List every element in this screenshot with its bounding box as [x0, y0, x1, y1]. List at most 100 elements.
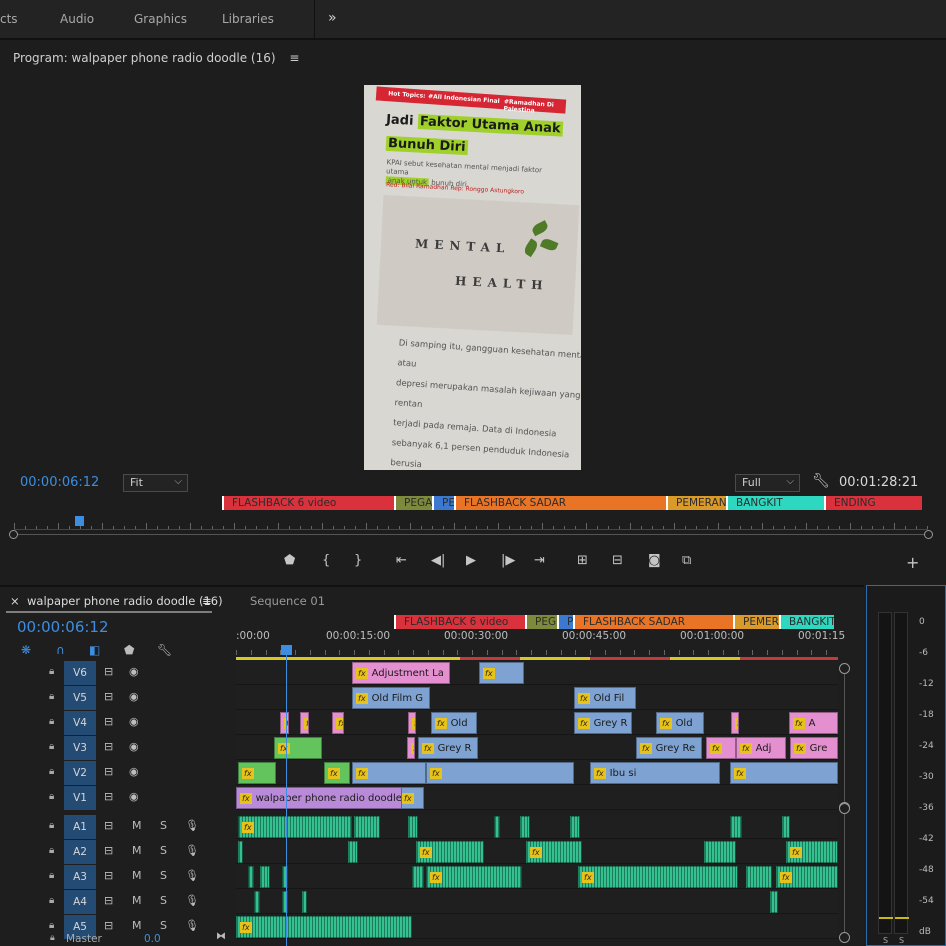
export-frame-icon[interactable]: ◙: [648, 553, 661, 568]
track-lane-v6[interactable]: fx Adjustment La fx: [236, 661, 838, 685]
audio-clip[interactable]: fx: [776, 866, 838, 888]
program-zoom-scrollbar[interactable]: [9, 530, 933, 539]
extract-icon[interactable]: ⊟: [612, 553, 623, 568]
sync-lock-icon[interactable]: ⊟: [104, 919, 113, 932]
scroll-handle-top[interactable]: [839, 803, 850, 814]
clip[interactable]: fx Old: [656, 712, 704, 734]
clip[interactable]: fx A: [789, 712, 838, 734]
audio-clip[interactable]: [254, 891, 260, 913]
audio-clip[interactable]: [282, 866, 288, 888]
marker-bangkit[interactable]: BANGKIT: [726, 496, 824, 510]
step-back-icon[interactable]: ◀|: [431, 553, 445, 568]
timeline-ruler[interactable]: :00:00 00:00:15:00 00:00:30:00 00:00:45:00 0…: [236, 627, 845, 657]
solo-button[interactable]: S: [160, 869, 167, 882]
lock-icon[interactable]: 🔒︎: [49, 716, 54, 727]
workspace-effects-tab[interactable]: cts: [0, 12, 18, 26]
sync-lock-icon[interactable]: ⊟: [104, 690, 113, 703]
marker-flashback-sadar[interactable]: FLASHBACK SADAR: [454, 496, 666, 510]
clip[interactable]: fx Grey R: [418, 737, 478, 759]
clip[interactable]: fx: [706, 737, 736, 759]
track-lane-a1[interactable]: fx: [236, 815, 838, 839]
video-tracks-scrollbar[interactable]: [839, 663, 850, 813]
workspace-graphics-tab[interactable]: Graphics: [134, 12, 187, 26]
clip[interactable]: fx Ibu si: [590, 762, 720, 784]
clip[interactable]: fx: [280, 712, 289, 734]
master-volume-value[interactable]: 0.0: [144, 933, 161, 945]
track-lane-a2[interactable]: fx fx fx: [236, 840, 838, 864]
track-target-v4[interactable]: V4: [64, 711, 96, 735]
audio-clip[interactable]: fx: [416, 841, 484, 863]
mute-button[interactable]: M: [132, 894, 142, 907]
wrench-icon[interactable]: 🔧︎: [812, 473, 830, 489]
clip[interactable]: fx: [731, 712, 739, 734]
lock-icon[interactable]: 🔒︎: [49, 666, 54, 677]
clip[interactable]: fx: [426, 762, 574, 784]
audio-clip[interactable]: [520, 816, 530, 838]
mute-button[interactable]: M: [132, 869, 142, 882]
lock-icon[interactable]: 🔒︎: [49, 895, 54, 906]
microphone-icon[interactable]: 🎙︎: [185, 819, 199, 832]
eye-icon[interactable]: ◉: [129, 690, 139, 703]
scroll-handle-right[interactable]: [924, 530, 933, 539]
tab-sequence-01[interactable]: Sequence 01: [250, 594, 325, 608]
audio-tracks-scrollbar[interactable]: [839, 803, 850, 943]
clip[interactable]: fx Old Film G: [352, 687, 430, 709]
clip[interactable]: fx Grey Re: [636, 737, 702, 759]
mark-out-icon[interactable]: }: [354, 553, 362, 568]
workspace-libraries-tab[interactable]: Libraries: [222, 12, 274, 26]
track-target-v1[interactable]: V1: [64, 786, 96, 810]
mute-button[interactable]: M: [132, 819, 142, 832]
clip[interactable]: fx: [300, 712, 309, 734]
sync-lock-icon[interactable]: ⊟: [104, 790, 113, 803]
nest-toggle-icon[interactable]: ❋: [21, 643, 31, 657]
clip[interactable]: fx: [274, 737, 322, 759]
track-target-v3[interactable]: V3: [64, 736, 96, 760]
audio-clip[interactable]: [302, 891, 307, 913]
timeline-timecode[interactable]: 00:00:06:12: [17, 618, 109, 636]
solo-button[interactable]: S: [160, 819, 167, 832]
scroll-handle-left[interactable]: [9, 530, 18, 539]
mute-button[interactable]: M: [132, 919, 142, 932]
audio-clip[interactable]: [408, 816, 418, 838]
microphone-icon[interactable]: 🎙︎: [185, 844, 199, 857]
clip[interactable]: fx: [352, 762, 426, 784]
timeline-settings-wrench-icon[interactable]: 🔧︎: [157, 643, 172, 657]
sync-lock-icon[interactable]: ⊟: [104, 765, 113, 778]
clip[interactable]: fx Grey R: [574, 712, 632, 734]
audio-clip[interactable]: [494, 816, 500, 838]
track-lane-a5[interactable]: fx: [236, 915, 838, 939]
clip[interactable]: fx: [479, 662, 524, 684]
sync-lock-icon[interactable]: ⊟: [104, 665, 113, 678]
program-current-timecode[interactable]: 00:00:06:12: [20, 475, 99, 490]
panel-menu-icon[interactable]: ≡: [289, 51, 299, 65]
marker-icon[interactable]: ⬟: [284, 553, 295, 568]
audio-clip[interactable]: fx: [426, 866, 522, 888]
add-marker-icon[interactable]: ⬟: [124, 643, 134, 657]
marker-pemeran[interactable]: PEMERAN: [666, 496, 726, 510]
lift-icon[interactable]: ⊞: [577, 553, 588, 568]
audio-clip[interactable]: [348, 841, 358, 863]
lock-icon[interactable]: 🔒︎: [49, 820, 54, 831]
clip[interactable]: fx: [407, 737, 415, 759]
sync-lock-icon[interactable]: ⊟: [104, 740, 113, 753]
clip[interactable]: fx: [324, 762, 350, 784]
eye-icon[interactable]: ◉: [129, 665, 139, 678]
audio-clip[interactable]: [770, 891, 778, 913]
lock-icon[interactable]: 🔒︎: [50, 933, 55, 943]
quality-dropdown[interactable]: Full ⌵: [735, 474, 800, 492]
snap-magnet-icon[interactable]: ∩: [56, 643, 65, 657]
double-chevron-right-icon[interactable]: »: [328, 10, 337, 26]
sync-lock-icon[interactable]: ⊟: [104, 869, 113, 882]
lock-icon[interactable]: 🔒︎: [49, 845, 54, 856]
clip[interactable]: fx Adjustment La: [352, 662, 450, 684]
panel-menu-icon[interactable]: ≡: [202, 594, 212, 608]
track-lane-v4[interactable]: fxfxfxfxfxfxOldfxGrey RfxOldfxA: [236, 711, 838, 735]
clip[interactable]: fx Gre: [790, 737, 838, 759]
eye-icon[interactable]: ◉: [129, 765, 139, 778]
audio-clip[interactable]: fx: [786, 841, 838, 863]
eye-icon[interactable]: ◉: [129, 715, 139, 728]
clip[interactable]: fx: [730, 762, 838, 784]
marker-flashback-6-video[interactable]: FLASHBACK 6 video: [222, 496, 394, 510]
sync-lock-icon[interactable]: ⊟: [104, 894, 113, 907]
close-icon[interactable]: ×: [10, 594, 20, 608]
